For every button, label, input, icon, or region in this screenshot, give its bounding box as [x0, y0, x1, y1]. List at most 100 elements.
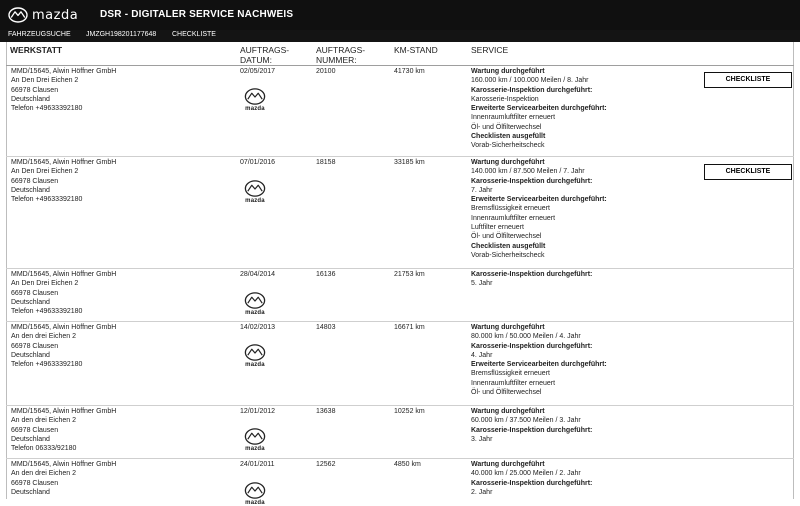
order-date: 02/05/2017 — [240, 68, 276, 75]
service-item: 7. Jahr — [471, 186, 493, 194]
address-line: Deutschland — [11, 351, 50, 359]
address-line: An Den Drei Eichen 2 — [11, 77, 79, 85]
mileage: 16671 km — [394, 324, 425, 331]
address-line: Deutschland — [11, 186, 50, 194]
address-line: Deutschland — [11, 435, 50, 443]
mazda-emblem-icon — [244, 88, 266, 105]
app-title: DSR - DIGITALER SERVICE NACHWEIS — [100, 9, 294, 20]
sub-navigation: FAHRZEUGSUCHE JMZGH198201177648 CHECKLIS… — [0, 30, 800, 42]
mazda-wordmark: mazda — [245, 500, 265, 506]
column-header-km-stand: KM-STAND — [394, 45, 438, 55]
mazda-logo[interactable]: mazda — [8, 7, 78, 23]
address-line: 66978 Clausen — [11, 86, 59, 94]
service-item: Öl- und Ölfilterwechsel — [471, 389, 542, 397]
address-line: 66978 Clausen — [11, 479, 59, 487]
address-line: Deutschland — [11, 95, 50, 103]
workshop-address: MMD/15645, Alwin Höffner GmbH An Den Drei… — [11, 270, 231, 316]
address-line: Deutschland — [11, 298, 50, 306]
address-line: 66978 Clausen — [11, 289, 59, 297]
service-details: Wartung durchgeführt 40.000 km / 25.000 M… — [471, 460, 701, 497]
mileage: 41730 km — [394, 68, 425, 75]
mileage: 21753 km — [394, 271, 425, 278]
service-heading: Wartung durchgeführt — [471, 324, 545, 331]
top-bar: mazda DSR - DIGITALER SERVICE NACHWEIS — [0, 0, 800, 30]
order-date: 24/01/2011 — [240, 461, 275, 468]
service-details: Wartung durchgeführt 160.000 km / 100.000… — [471, 67, 701, 151]
service-heading: Karosserie-Inspektion durchgeführt: — [471, 271, 593, 278]
service-heading: Wartung durchgeführt — [471, 408, 545, 415]
address-line: 66978 Clausen — [11, 342, 59, 350]
service-item: Innenraumluftfilter erneuert — [471, 214, 556, 222]
mileage: 4850 km — [394, 461, 421, 468]
checkliste-button[interactable]: CHECKLISTE — [704, 164, 792, 180]
address-line: An Den Drei Eichen 2 — [11, 280, 79, 288]
address-line: MMD/15645, Alwin Höffner GmbH — [11, 159, 117, 166]
mazda-wordmark: mazda — [245, 198, 265, 204]
service-heading: Wartung durchgeführt — [471, 461, 545, 468]
mileage: 33185 km — [394, 159, 425, 166]
column-header-datum: AUFTRAGS- DATUM: — [240, 45, 289, 65]
order-date: 14/02/2013 — [240, 324, 276, 331]
mazda-wordmark: mazda — [245, 106, 265, 112]
service-item: 5. Jahr — [471, 280, 493, 288]
order-number: 12562 — [316, 461, 336, 468]
service-item: 80.000 km / 50.000 Meilen / 4. Jahr — [471, 333, 581, 341]
address-line: Deutschland — [11, 488, 50, 496]
checkliste-button[interactable]: CHECKLISTE — [704, 72, 792, 88]
address-line: MMD/15645, Alwin Höffner GmbH — [11, 408, 117, 415]
mazda-wordmark: mazda — [245, 310, 265, 316]
column-header-werkstatt: WERKSTATT — [10, 45, 63, 55]
service-item: Öl- und Ölfilterwechsel — [471, 233, 542, 241]
service-item: 3. Jahr — [471, 435, 493, 443]
mazda-emblem-icon — [244, 482, 266, 499]
header-divider — [6, 65, 794, 66]
workshop-address: MMD/15645, Alwin Höffner GmbH An den drei… — [11, 323, 231, 369]
workshop-address: MMD/15645, Alwin Höffner GmbH An den drei… — [11, 407, 231, 453]
service-heading: Karosserie-Inspektion durchgeführt: — [471, 177, 593, 185]
workshop-address: MMD/15645, Alwin Höffner GmbH An den drei… — [11, 460, 231, 497]
workshop-address: MMD/15645, Alwin Höffner GmbH An Den Drei… — [11, 158, 231, 204]
service-item: 40.000 km / 25.000 Meilen / 2. Jahr — [471, 470, 581, 478]
address-line: 66978 Clausen — [11, 426, 59, 434]
order-date: 28/04/2014 — [240, 271, 276, 278]
row-divider — [6, 156, 794, 157]
mazda-badge: mazda — [240, 344, 270, 368]
brand-wordmark: mazda — [32, 7, 79, 23]
order-number: 16136 — [316, 271, 336, 278]
row-divider — [6, 405, 794, 406]
service-heading: Wartung durchgeführt — [471, 68, 545, 75]
nav-vin[interactable]: JMZGH198201177648 — [86, 31, 156, 38]
order-number: 20100 — [316, 68, 336, 75]
address-line: An Den Drei Eichen 2 — [11, 168, 79, 176]
address-line: MMD/15645, Alwin Höffner GmbH — [11, 68, 117, 75]
mazda-wordmark: mazda — [245, 446, 265, 452]
service-item: Innenraumluftfilter erneuert — [471, 114, 556, 122]
nav-fahrzeugsuche[interactable]: FAHRZEUGSUCHE — [8, 31, 71, 38]
order-number: 14803 — [316, 324, 336, 331]
address-line: Telefon +49633392180 — [11, 105, 83, 113]
service-heading: Checklisten ausgefüllt — [471, 242, 546, 250]
service-heading: Karosserie-Inspektion durchgeführt: — [471, 86, 593, 94]
column-header-nummer: AUFTRAGS- NUMMER: — [316, 45, 365, 65]
order-date: 12/01/2012 — [240, 408, 276, 415]
mazda-wordmark: mazda — [245, 362, 265, 368]
service-item: Vorab-Sicherheitscheck — [471, 251, 545, 259]
service-heading: Erweiterte Servicearbeiten durchgeführt: — [471, 361, 607, 369]
table-border-left — [6, 42, 7, 499]
service-heading: Karosserie-Inspektion durchgeführt: — [471, 426, 593, 434]
service-heading: Erweiterte Servicearbeiten durchgeführt: — [471, 105, 607, 113]
service-item: Öl- und Ölfilterwechsel — [471, 123, 542, 131]
service-details: Wartung durchgeführt 60.000 km / 37.500 M… — [471, 407, 701, 444]
mazda-emblem-icon — [244, 180, 266, 197]
mazda-emblem-icon — [244, 344, 266, 361]
mazda-badge: mazda — [240, 88, 270, 112]
column-header-datum-line2: DATUM: — [240, 55, 272, 65]
nav-checkliste[interactable]: CHECKLISTE — [172, 31, 216, 38]
service-item: Vorab-Sicherheitscheck — [471, 142, 545, 150]
service-item: 60.000 km / 37.500 Meilen / 3. Jahr — [471, 417, 581, 425]
service-item: 2. Jahr — [471, 488, 493, 496]
service-item: Bremsflüssigkeit erneuert — [471, 205, 550, 213]
mazda-emblem-icon — [244, 292, 266, 309]
mazda-badge: mazda — [240, 482, 270, 506]
service-item: Karosserie-Inspektion — [471, 95, 539, 103]
